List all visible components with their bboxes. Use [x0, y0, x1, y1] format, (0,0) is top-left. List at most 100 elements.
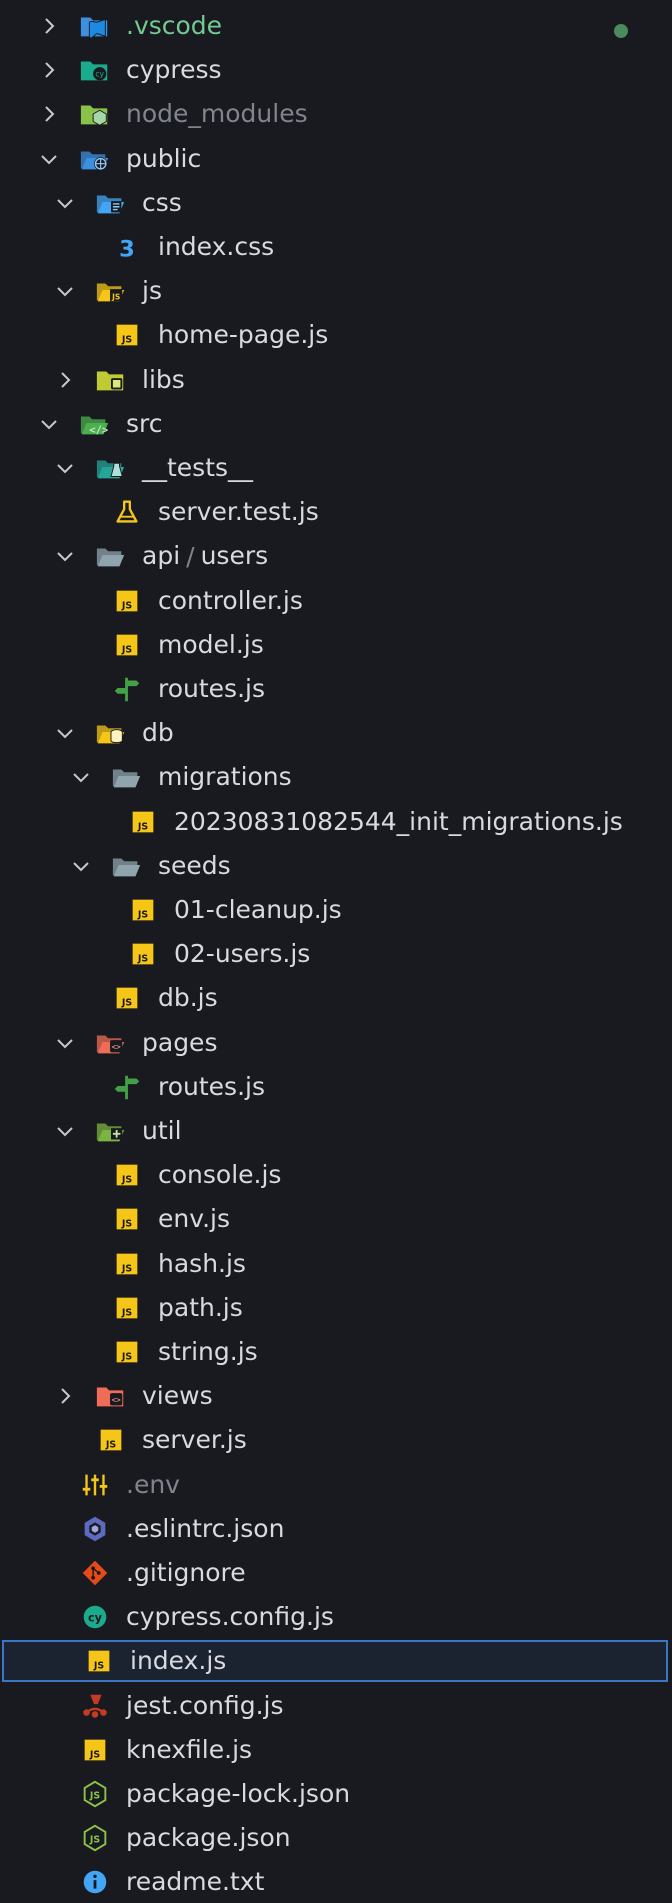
- chevron-down-icon[interactable]: [70, 766, 92, 788]
- chevron-down-icon[interactable]: [54, 1120, 76, 1142]
- routes-signpost-icon: [110, 1071, 144, 1103]
- folder-row-libs[interactable]: libs: [0, 359, 668, 401]
- nodejs-icon: JS: [78, 1822, 112, 1854]
- item-label: home-page.js: [158, 320, 329, 350]
- chevron-down-icon[interactable]: [54, 545, 76, 567]
- folder-row-cypress[interactable]: cy cypress: [0, 49, 668, 91]
- file-row-path-js[interactable]: JS path.js: [0, 1287, 668, 1329]
- js-file-icon: JS: [110, 1292, 144, 1324]
- folder-row-db[interactable]: db: [0, 712, 668, 754]
- file-row-routes-js[interactable]: routes.js: [0, 668, 668, 710]
- item-label: 20230831082544_init_migrations.js: [174, 806, 623, 836]
- item-label: index.js: [130, 1646, 227, 1676]
- folder-row-js[interactable]: JS js: [0, 270, 668, 312]
- svg-text:<>: <>: [112, 1042, 122, 1051]
- chevron-down-icon[interactable]: [70, 855, 92, 877]
- item-label: public: [126, 143, 202, 173]
- file-row-gitignore[interactable]: .gitignore: [0, 1552, 668, 1594]
- item-label: db: [142, 718, 174, 748]
- chevron-down-icon[interactable]: [54, 722, 76, 744]
- chevron-right-icon[interactable]: [54, 1385, 76, 1407]
- folder-row-api-users[interactable]: api / users: [0, 535, 668, 577]
- file-row-env-js[interactable]: JS env.js: [0, 1198, 668, 1240]
- item-label: 01-cleanup.js: [174, 895, 342, 924]
- src-folder-icon: </>: [78, 408, 112, 440]
- chevron-down-icon[interactable]: [54, 1032, 76, 1054]
- folder-row-src[interactable]: </> src: [0, 403, 668, 445]
- folder-row-views[interactable]: <> views: [0, 1375, 668, 1417]
- chevron-right-icon[interactable]: [38, 59, 60, 81]
- chevron-right-icon[interactable]: [38, 103, 60, 125]
- file-row-hash-js[interactable]: JS hash.js: [0, 1243, 668, 1285]
- views-folder-icon: <>: [94, 1380, 128, 1412]
- file-row-index-js[interactable]: JS index.js: [2, 1640, 668, 1683]
- file-row-package-lock-json[interactable]: JS package-lock.json: [0, 1773, 668, 1815]
- svg-text:3: 3: [119, 236, 135, 262]
- chevron-down-icon[interactable]: [54, 280, 76, 302]
- test-flask-icon: [110, 496, 144, 528]
- svg-text:JS: JS: [121, 644, 132, 655]
- file-row-01-cleanup-js[interactable]: JS 01-cleanup.js: [0, 889, 668, 931]
- item-label: path.js: [158, 1292, 243, 1322]
- folder-row-pages[interactable]: <> pages: [0, 1022, 668, 1064]
- item-label: server.js: [142, 1425, 247, 1455]
- file-row-env[interactable]: .env: [0, 1464, 668, 1506]
- util-folder-icon: [94, 1115, 128, 1147]
- file-row-jest-config-js[interactable]: jest.config.js: [0, 1685, 668, 1727]
- file-row-model-js[interactable]: JS model.js: [0, 624, 668, 666]
- js-file-icon: JS: [110, 982, 144, 1014]
- file-row-db-js[interactable]: JS db.js: [0, 977, 668, 1019]
- folder-row-css[interactable]: css: [0, 182, 668, 224]
- folder-row-vscode[interactable]: .vscode: [0, 5, 668, 47]
- folder-row-seeds[interactable]: seeds: [0, 845, 668, 887]
- file-row-cypress-config-js[interactable]: cy cypress.config.js: [0, 1596, 668, 1638]
- item-label: package.json: [126, 1823, 291, 1853]
- folder-open-icon: [110, 761, 144, 793]
- chevron-down-icon[interactable]: [54, 192, 76, 214]
- file-row-controller-js[interactable]: JS controller.js: [0, 580, 668, 622]
- item-label: readme.txt: [126, 1867, 265, 1897]
- file-row-home-page-js[interactable]: JS home-page.js: [0, 314, 668, 356]
- item-label: .env: [126, 1469, 180, 1499]
- folder-row-util[interactable]: util: [0, 1110, 668, 1152]
- chevron-right-icon[interactable]: [54, 369, 76, 391]
- file-row-02-users-js[interactable]: JS 02-users.js: [0, 933, 668, 975]
- chevron-down-icon[interactable]: [38, 148, 60, 170]
- file-row-server-js[interactable]: JS server.js: [0, 1419, 668, 1461]
- file-row-eslintrc-json[interactable]: .eslintrc.json: [0, 1508, 668, 1550]
- item-label: controller.js: [158, 585, 303, 615]
- chevron-right-icon[interactable]: [38, 15, 60, 37]
- chevron-down-icon[interactable]: [54, 457, 76, 479]
- file-row-20230831082544-init-migrations-js[interactable]: JS 20230831082544_init_migrations.js: [0, 801, 668, 843]
- folder-row-migrations[interactable]: migrations: [0, 756, 668, 798]
- folder-row-tests[interactable]: __tests__: [0, 447, 668, 489]
- folder-row-public[interactable]: public: [0, 138, 668, 180]
- file-row-package-json[interactable]: JS package.json: [0, 1817, 668, 1859]
- svg-text:JS: JS: [121, 1263, 132, 1274]
- item-label: css: [142, 187, 182, 217]
- svg-text:JS: JS: [121, 1219, 132, 1230]
- js-file-icon: JS: [110, 1248, 144, 1280]
- chevron-down-icon[interactable]: [38, 413, 60, 435]
- item-label: src: [126, 408, 163, 438]
- file-row-knexfile-js[interactable]: JS knexfile.js: [0, 1729, 668, 1771]
- file-row-string-js[interactable]: JS string.js: [0, 1331, 668, 1373]
- item-label: migrations: [158, 762, 292, 792]
- file-row-console-js[interactable]: JS console.js: [0, 1154, 668, 1196]
- file-row-readme-txt[interactable]: readme.txt: [0, 1861, 668, 1903]
- node-folder-icon: [78, 98, 112, 130]
- item-label: .gitignore: [126, 1558, 246, 1587]
- file-row-index-css[interactable]: 3 index.css: [0, 226, 668, 268]
- folder-row-node-modules[interactable]: node_modules: [0, 93, 668, 135]
- item-label: knexfile.js: [126, 1734, 253, 1764]
- file-row-routes-js[interactable]: routes.js: [0, 1066, 668, 1108]
- file-row-server-test-js[interactable]: server.test.js: [0, 491, 668, 533]
